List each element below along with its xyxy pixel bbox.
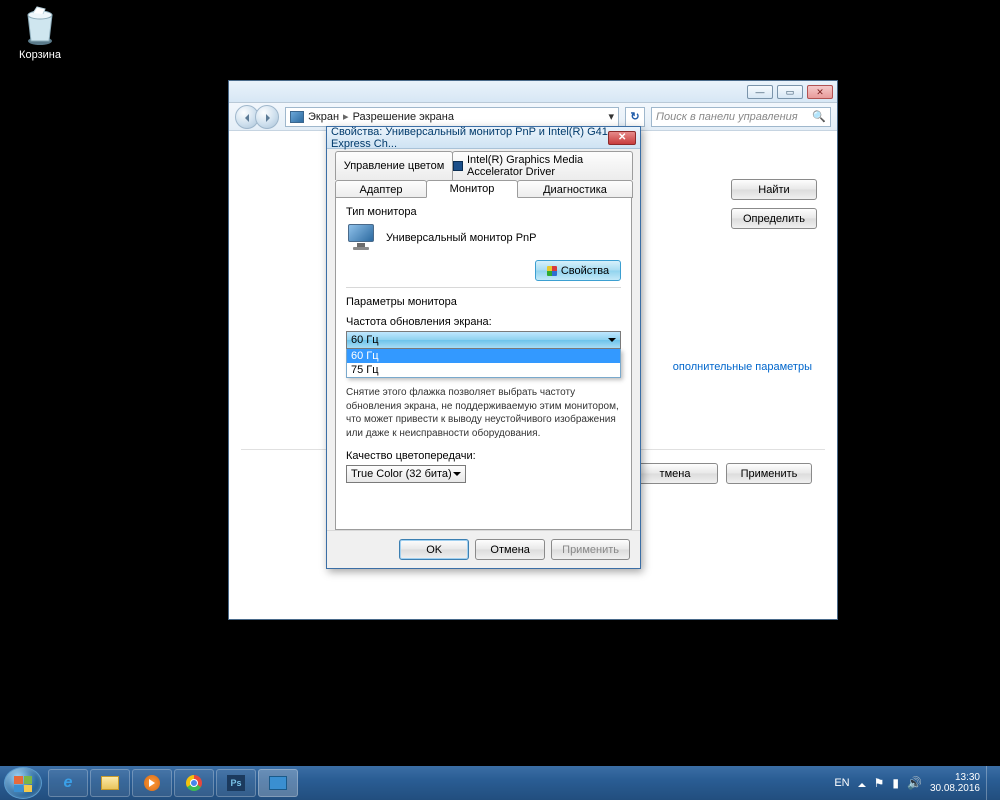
monitor-properties-dialog: Свойства: Универсальный монитор PnP и In…	[326, 126, 641, 569]
monitor-params-label: Параметры монитора	[346, 296, 621, 308]
taskbar-explorer[interactable]	[90, 769, 130, 797]
close-button[interactable]: ✕	[807, 85, 833, 99]
breadcrumb-root: Экран	[308, 111, 339, 123]
windows-logo-icon	[14, 776, 32, 792]
taskbar-ie[interactable]: e	[48, 769, 88, 797]
refresh-rate-label: Частота обновления экрана:	[346, 316, 621, 328]
refresh-rate-dropdown: 60 Гц 75 Гц	[346, 349, 621, 378]
start-button[interactable]	[4, 767, 42, 799]
folder-icon	[101, 776, 119, 790]
monitor-type-label: Тип монитора	[346, 206, 621, 218]
tab-intel-driver[interactable]: Intel(R) Graphics Media Accelerator Driv…	[452, 151, 633, 180]
show-desktop-button[interactable]	[986, 766, 996, 800]
ie-icon: e	[64, 774, 73, 792]
ok-button[interactable]: OK	[399, 539, 469, 560]
volume-icon[interactable]: 🔊	[907, 776, 922, 790]
nav-forward-button[interactable]	[255, 105, 279, 129]
tabs: Управление цветом Intel(R) Graphics Medi…	[335, 151, 632, 530]
cancel-button[interactable]: Отмена	[475, 539, 545, 560]
taskbar-photoshop[interactable]: Ps	[216, 769, 256, 797]
dialog-titlebar[interactable]: Свойства: Универсальный монитор PnP и In…	[327, 127, 640, 149]
tab-diagnostics[interactable]: Диагностика	[517, 180, 633, 198]
advanced-settings-link[interactable]: ополнительные параметры	[673, 361, 812, 373]
search-icon: 🔍	[812, 110, 826, 123]
play-icon	[144, 775, 160, 791]
address-dropdown-icon[interactable]: ▾	[608, 110, 614, 123]
search-field[interactable]: Поиск в панели управления 🔍	[651, 107, 831, 127]
explorer-titlebar: — ▭ ✕	[229, 81, 837, 103]
chevron-down-icon	[608, 338, 616, 346]
refresh-hint: Снятие этого флажка позволяет выбрать ча…	[346, 386, 621, 440]
tab-monitor[interactable]: Монитор	[426, 180, 518, 198]
refresh-button[interactable]: ↻	[625, 107, 645, 127]
clock-time: 13:30	[930, 772, 980, 783]
refresh-option-60[interactable]: 60 Гц	[347, 349, 620, 363]
breadcrumb-separator: ▸	[343, 110, 349, 123]
shield-icon	[547, 266, 557, 276]
monitor-properties-button[interactable]: Свойства	[535, 260, 621, 281]
photoshop-icon: Ps	[227, 775, 245, 791]
dialog-buttons: OK Отмена Применить	[327, 530, 640, 568]
dialog-close-button[interactable]: ✕	[608, 131, 636, 145]
explorer-apply-button[interactable]: Применить	[726, 463, 812, 484]
intel-icon	[453, 161, 463, 171]
recycle-bin-label: Корзина	[10, 49, 70, 61]
taskbar: e Ps EN ⚑ ▮ 🔊 13:30 30.08.2016	[0, 766, 1000, 800]
recycle-bin[interactable]: Корзина	[10, 5, 70, 61]
color-quality-label: Качество цветопередачи:	[346, 450, 621, 462]
refresh-rate-value: 60 Гц	[351, 334, 379, 346]
taskbar-chrome[interactable]	[174, 769, 214, 797]
recycle-bin-icon	[19, 5, 61, 47]
chrome-icon	[186, 775, 202, 791]
monitor-icon	[346, 224, 378, 252]
clock-date: 30.08.2016	[930, 783, 980, 794]
refresh-rate-combo[interactable]: 60 Гц	[346, 331, 621, 349]
apply-button[interactable]: Применить	[551, 539, 630, 560]
color-quality-combo[interactable]: True Color (32 бита)	[346, 465, 466, 483]
search-placeholder: Поиск в панели управления	[656, 111, 798, 123]
app-icon	[269, 776, 287, 790]
taskbar-app[interactable]	[258, 769, 298, 797]
action-center-icon[interactable]: ⚑	[874, 776, 885, 790]
maximize-button[interactable]: ▭	[777, 85, 803, 99]
color-quality-value: True Color (32 бита)	[351, 468, 452, 480]
find-button[interactable]: Найти	[731, 179, 817, 200]
address-bar[interactable]: Экран ▸ Разрешение экрана ▾	[285, 107, 619, 127]
clock[interactable]: 13:30 30.08.2016	[930, 772, 980, 794]
monitor-name: Универсальный монитор PnP	[386, 232, 537, 244]
chevron-down-icon	[453, 472, 461, 480]
system-tray: EN ⚑ ▮ 🔊 13:30 30.08.2016	[834, 772, 986, 794]
tray-expand-icon[interactable]	[858, 779, 866, 787]
refresh-option-75[interactable]: 75 Гц	[347, 363, 620, 377]
dialog-title: Свойства: Универсальный монитор PnP и In…	[331, 126, 608, 150]
language-indicator[interactable]: EN	[834, 777, 849, 789]
tab-adapter[interactable]: Адаптер	[335, 180, 427, 198]
tab-color-management[interactable]: Управление цветом	[335, 151, 453, 180]
breadcrumb-page: Разрешение экрана	[353, 111, 454, 123]
explorer-cancel-button[interactable]: тмена	[632, 463, 718, 484]
control-panel-icon	[290, 111, 304, 123]
network-icon[interactable]: ▮	[892, 776, 899, 790]
identify-button[interactable]: Определить	[731, 208, 817, 229]
taskbar-media-player[interactable]	[132, 769, 172, 797]
minimize-button[interactable]: —	[747, 85, 773, 99]
tab-panel-monitor: Тип монитора Универсальный монитор PnP С…	[335, 197, 632, 530]
